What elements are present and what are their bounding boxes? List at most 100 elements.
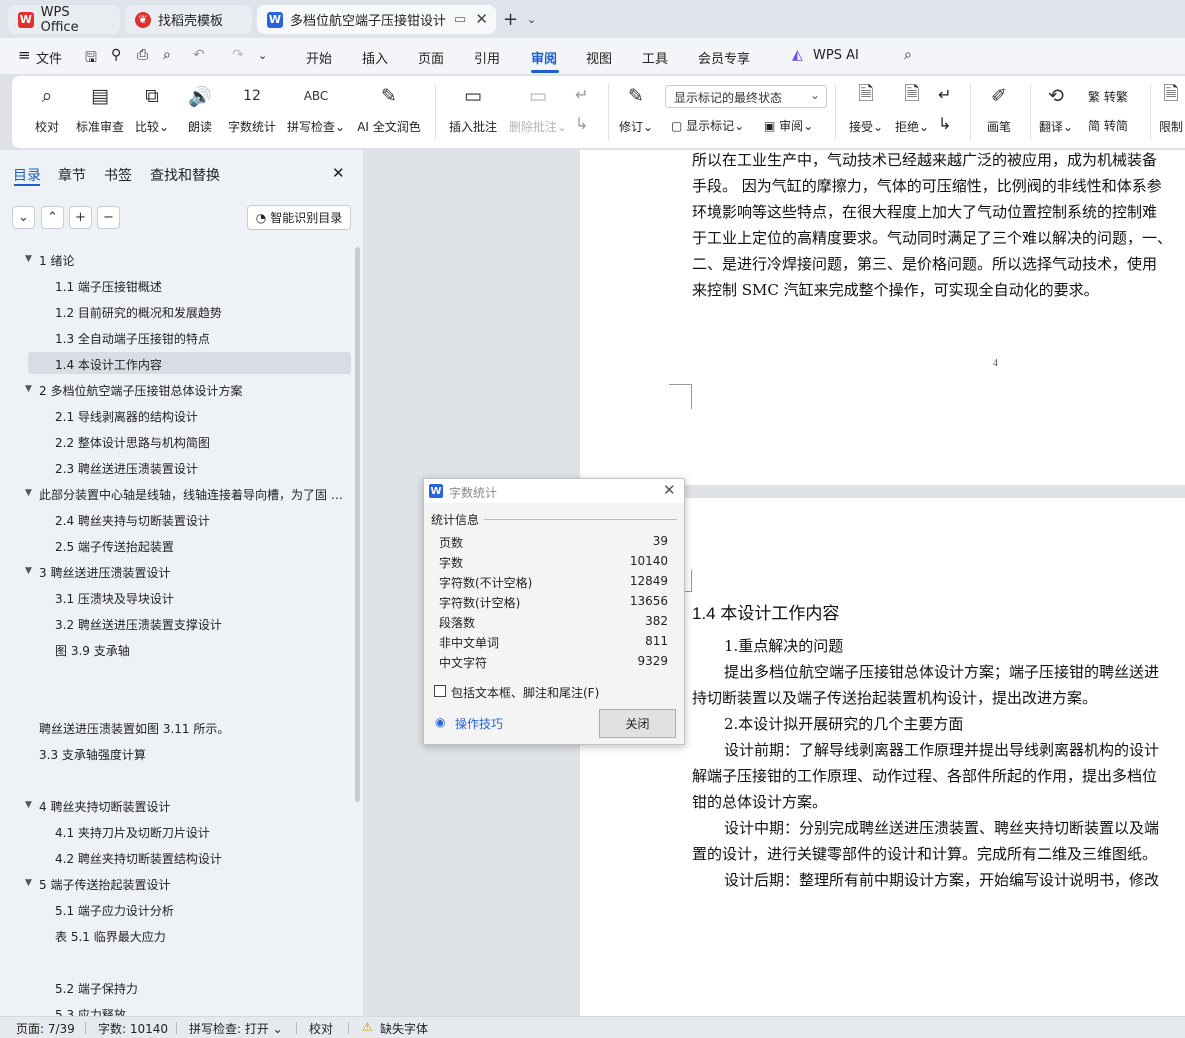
chevron-down-icon[interactable]: ⌄ — [258, 49, 267, 62]
hamburger-icon[interactable]: ≡ — [18, 46, 31, 64]
delete-comment-button[interactable]: ▭ 删除批注⌄ — [508, 82, 568, 135]
tab-template[interactable]: ❦ 找稻壳模板 — [125, 5, 252, 34]
toc-item[interactable]: 4.1 夹持刀片及切断刀片设计 — [55, 824, 210, 841]
show-markup-button[interactable]: ▢ 显示标记⌄ — [671, 117, 744, 134]
word-count-button[interactable]: 12 字数统计 — [222, 82, 282, 135]
close-icon[interactable]: ✕ — [663, 481, 676, 499]
tips-link[interactable]: 操作技巧 — [455, 715, 503, 732]
panel-tab-bookmarks[interactable]: 书签 — [104, 165, 132, 185]
include-textbox-checkbox[interactable] — [434, 685, 446, 697]
prev-comment-icon[interactable]: ↵ — [575, 85, 588, 104]
dialog-titlebar[interactable]: W 字数统计 ✕ — [424, 479, 684, 503]
reject-button[interactable]: 🗎 拒绝⌄ — [882, 82, 942, 135]
new-tab-icon[interactable]: + — [503, 9, 518, 30]
insert-comment-button[interactable]: ▭ 插入批注 — [443, 82, 503, 135]
pen-button[interactable]: ✐ 画笔 — [969, 82, 1029, 135]
panel-tab-toc[interactable]: 目录 — [13, 165, 41, 185]
smart-toc-label: 智能识别目录 — [270, 211, 343, 225]
menu-page[interactable]: 页面 — [418, 48, 444, 67]
next-change-icon[interactable]: ↳ — [938, 114, 951, 133]
spell-check-indicator[interactable]: 拼写检查: 打开 ⌄ — [189, 1020, 283, 1037]
revise-button[interactable]: ✎ 修订⌄ — [606, 82, 666, 135]
word-count-indicator[interactable]: 字数: 10140 — [98, 1020, 168, 1037]
prev-change-icon[interactable]: ↵ — [938, 85, 951, 104]
menu-review[interactable]: 审阅 — [531, 48, 557, 67]
panel-scrollbar[interactable] — [355, 247, 360, 802]
save-icon[interactable]: 🖫 — [85, 47, 97, 71]
toc-item[interactable]: 图 3.9 支承轴 — [55, 642, 130, 659]
menu-view[interactable]: 视图 — [586, 48, 612, 67]
standard-review-button[interactable]: ▤ 标准审查 — [70, 82, 130, 135]
toc-item[interactable]: 5.2 端子保持力 — [55, 980, 138, 997]
toc-item[interactable]: 2.4 聘丝夹持与切断装置设计 — [55, 512, 210, 529]
include-textbox-label[interactable]: 包括文本框、脚注和尾注(F) — [451, 684, 599, 701]
toc-item[interactable]: 表 5.1 临界最大应力 — [55, 928, 166, 945]
active-panel-tab-indicator — [14, 184, 40, 186]
menu-wps-ai[interactable]: WPS AI — [813, 48, 859, 63]
expand-up-button[interactable]: ⌃ — [41, 206, 64, 229]
smart-toc-button[interactable]: ◔ 智能识别目录 — [247, 205, 351, 230]
close-button[interactable]: 关闭 — [599, 709, 676, 738]
menu-file[interactable]: 文件 — [36, 48, 62, 67]
toc-item[interactable]: 3.3 支承轴强度计算 — [39, 746, 146, 763]
share-icon[interactable]: ⚲ — [111, 47, 121, 63]
next-comment-icon[interactable]: ↳ — [575, 114, 588, 133]
toc-item[interactable]: 2.3 聘丝送进压溃装置设计 — [55, 460, 198, 477]
toc-item[interactable]: 4.2 聘丝夹持切断装置结构设计 — [55, 850, 222, 867]
print-icon[interactable]: ⎙ — [137, 47, 148, 63]
toc-item[interactable]: 1.2 目前研究的概况和发展趋势 — [55, 304, 222, 321]
menu-tools[interactable]: 工具 — [642, 48, 668, 67]
toc-item[interactable]: 2.5 端子传送抬起装置 — [55, 538, 174, 555]
proofread-indicator[interactable]: 校对 — [309, 1020, 333, 1037]
print-preview-icon[interactable]: ⌕ — [163, 47, 171, 63]
toc-item-selected[interactable]: 1.4 本设计工作内容 — [55, 356, 162, 373]
ai-polish-button[interactable]: ✎ AI 全文润色 — [357, 82, 421, 135]
menu-references[interactable]: 引用 — [474, 48, 500, 67]
read-aloud-button[interactable]: 🔊 朗读 — [170, 82, 230, 135]
monitor-icon[interactable]: ▭ — [454, 12, 466, 27]
stat-value: 13656 — [629, 594, 668, 608]
toc-item[interactable]: 1.1 端子压接钳概述 — [55, 278, 162, 295]
markup-state-select[interactable]: 显示标记的最终状态 ⌄ — [665, 85, 827, 108]
toc-item[interactable]: 1.3 全自动端子压接钳的特点 — [55, 330, 210, 347]
delete-comment-icon: ▭ — [529, 85, 547, 107]
panel-tab-sections[interactable]: 章节 — [58, 165, 86, 185]
missing-font-indicator[interactable]: 缺失字体 — [380, 1020, 428, 1037]
toc-item[interactable]: 2.1 导线剥离器的结构设计 — [55, 408, 198, 425]
toc-item[interactable]: 聘丝送进压溃装置如图 3.11 所示。 — [39, 720, 229, 737]
undo-icon[interactable]: ↶ — [193, 47, 205, 63]
collapse-all-button[interactable]: ⌄ — [12, 206, 35, 229]
toc-item[interactable]: ▼ 4 聘丝夹持切断装置设计 — [25, 798, 170, 815]
to-traditional-button[interactable]: 繁 转繁 — [1088, 88, 1128, 105]
toc-item[interactable]: 3.2 聘丝送进压溃装置支撑设计 — [55, 616, 222, 633]
menu-member[interactable]: 会员专享 — [698, 48, 750, 67]
toc-item[interactable]: ▼ 此部分装置中心轴是线轴，线轴连接着导向槽，为了固 … — [25, 486, 343, 503]
close-tab-icon[interactable]: ✕ — [475, 10, 488, 28]
restrict-button[interactable]: 🗎 限制 — [1151, 82, 1185, 135]
proofread-button[interactable]: ⌕ 校对 — [17, 82, 77, 135]
chevron-down-icon[interactable]: ⌄ — [527, 13, 536, 26]
review-pane-button[interactable]: ▣ 审阅⌄ — [764, 117, 813, 134]
close-panel-icon[interactable]: ✕ — [332, 164, 345, 182]
redo-icon[interactable]: ↷ — [232, 47, 244, 63]
tab-wps-office[interactable]: W WPS Office — [8, 5, 120, 35]
tab-document[interactable]: W 多档位航空端子压接钳设计 说 ▭ ✕ — [257, 5, 496, 34]
menu-insert[interactable]: 插入 — [362, 48, 388, 67]
toc-item[interactable]: 3.1 压溃块及导块设计 — [55, 590, 174, 607]
panel-tab-find-replace[interactable]: 查找和替换 — [150, 165, 220, 185]
add-heading-button[interactable]: + — [69, 206, 92, 229]
menu-home[interactable]: 开始 — [306, 48, 332, 67]
toc-item[interactable]: ▼ 2 多档位航空端子压接钳总体设计方案 — [25, 382, 242, 399]
remove-heading-button[interactable]: − — [97, 206, 120, 229]
toc-item[interactable]: 5.1 端子应力设计分析 — [55, 902, 174, 919]
toc-item[interactable]: ▼ 5 端子传送抬起装置设计 — [25, 876, 170, 893]
page-indicator[interactable]: 页面: 7/39 — [16, 1020, 75, 1037]
search-icon[interactable]: ⌕ — [904, 47, 912, 63]
to-simplified-button[interactable]: 简 转简 — [1088, 117, 1128, 134]
toc-item[interactable]: 2.2 整体设计思路与机构简图 — [55, 434, 210, 451]
translate-button[interactable]: ⟲ 翻译⌄ — [1026, 82, 1086, 135]
spell-check-button[interactable]: ABC 拼写检查⌄ — [286, 82, 346, 135]
toc-item[interactable]: 5.3 应力释放 — [55, 1006, 126, 1016]
toc-item[interactable]: ▼ 3 聘丝送进压溃装置设计 — [25, 564, 170, 581]
toc-item[interactable]: ▼ 1 绪论 — [25, 252, 74, 269]
